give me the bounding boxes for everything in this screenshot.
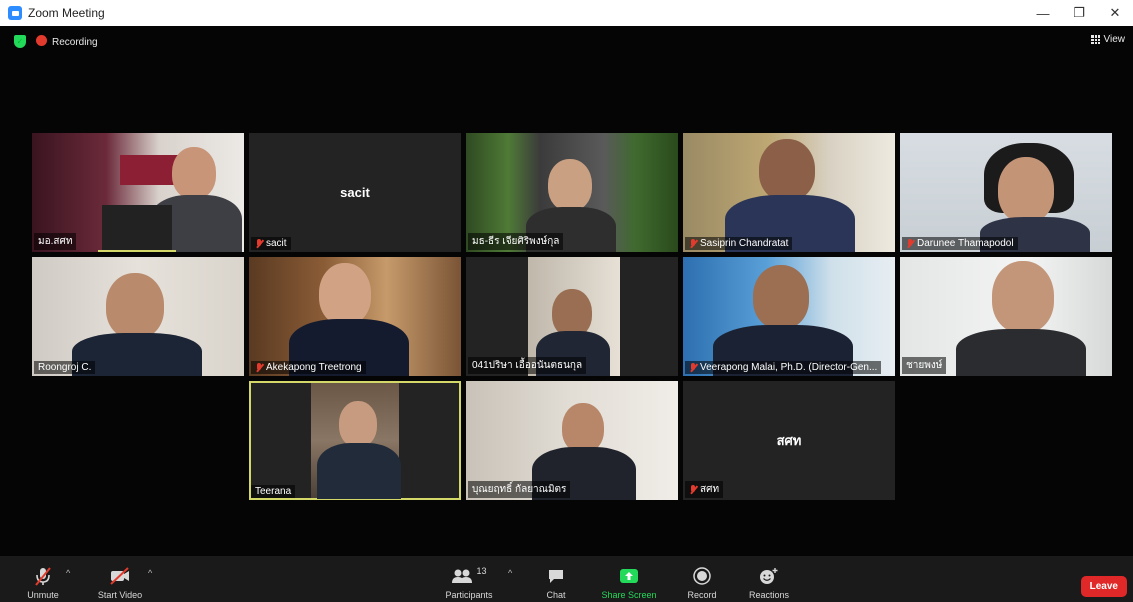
chat-bubble-icon: [547, 565, 565, 587]
window-title: Zoom Meeting: [28, 6, 105, 20]
participant-name: sacit: [251, 237, 291, 250]
muted-mic-icon: [689, 484, 697, 495]
meeting-status-bar: ✓ Recording: [14, 34, 98, 48]
video-tile[interactable]: บุณยฤทธิ์ กัลยาณมิตร: [466, 381, 678, 500]
video-tile[interactable]: Sasiprin Chandratat: [683, 133, 895, 252]
participants-options-chevron-icon[interactable]: ^: [508, 568, 512, 578]
participant-name: Sasiprin Chandratat: [685, 237, 793, 250]
video-tile[interactable]: สศท สศท: [683, 381, 895, 500]
muted-mic-icon: [32, 565, 54, 587]
zoom-app-icon: [8, 6, 22, 20]
video-tile[interactable]: Roongroj C.: [32, 257, 244, 376]
recording-indicator[interactable]: Recording: [36, 34, 98, 48]
participant-name: Veerapong Malai, Ph.D. (Director-Gen...: [685, 361, 882, 374]
share-screen-label: Share Screen: [601, 590, 657, 600]
minimize-button[interactable]: —: [1025, 0, 1061, 26]
chat-label: Chat: [546, 590, 566, 600]
record-label: Record: [687, 590, 717, 600]
video-off-icon: [108, 565, 132, 587]
video-tile[interactable]: 041ปริษา เอื้ออนันตธนกุล: [466, 257, 678, 376]
leave-button[interactable]: Leave: [1080, 576, 1127, 597]
video-tile[interactable]: Akekapong Treetrong: [249, 257, 461, 376]
unmute-label: Unmute: [27, 590, 59, 600]
view-button[interactable]: View: [1090, 34, 1126, 45]
share-screen-icon: [619, 565, 639, 587]
reactions-label: Reactions: [748, 590, 790, 600]
participants-button[interactable]: 13 Participants: [440, 558, 498, 602]
participant-name: 041ปริษา เอื้ออนันตธนกุล: [468, 357, 587, 374]
close-button[interactable]: ✕: [1097, 0, 1133, 26]
share-screen-button[interactable]: Share Screen: [596, 558, 662, 602]
video-tile-active-speaker[interactable]: Teerana: [249, 381, 461, 500]
participants-icon: 13: [451, 565, 487, 587]
unmute-button[interactable]: Unmute: [20, 558, 66, 602]
record-dot-icon: [36, 35, 47, 46]
participant-name: บุณยฤทธิ์ กัลยาณมิตร: [468, 481, 571, 498]
video-tile[interactable]: sacit sacit: [249, 133, 461, 252]
start-video-label: Start Video: [97, 590, 143, 600]
meeting-controls-toolbar: Unmute ^ Start Video ^ 13 Participants ^…: [0, 556, 1133, 602]
reactions-smiley-icon: [759, 565, 779, 587]
window-titlebar: Zoom Meeting — ❐ ✕: [0, 0, 1133, 26]
participant-name: Darunee Thamapodol: [902, 237, 1018, 250]
participant-name: ชายพงษ์: [902, 357, 947, 374]
video-tile[interactable]: Darunee Thamapodol: [900, 133, 1112, 252]
participant-name: Teerana: [251, 485, 296, 498]
recording-label: Recording: [52, 37, 98, 48]
muted-mic-icon: [255, 238, 263, 249]
record-icon: [693, 565, 711, 587]
audio-options-chevron-icon[interactable]: ^: [66, 568, 70, 578]
participant-name: มธ-ธีร เจียศิริพงษ์กุล: [468, 233, 564, 250]
restore-button[interactable]: ❐: [1061, 0, 1097, 26]
participants-label: Participants: [445, 590, 493, 600]
participant-name: มอ.สศท: [34, 233, 77, 250]
video-tile[interactable]: มอ.สศท: [32, 133, 244, 252]
record-button[interactable]: Record: [684, 558, 720, 602]
speaking-indicator: [98, 250, 176, 252]
start-video-button[interactable]: Start Video: [92, 558, 148, 602]
video-options-chevron-icon[interactable]: ^: [148, 568, 152, 578]
muted-mic-icon: [689, 238, 697, 249]
reactions-button[interactable]: Reactions: [744, 558, 794, 602]
video-tile[interactable]: ชายพงษ์: [900, 257, 1112, 376]
participant-display-name: sacit: [340, 185, 370, 200]
chat-button[interactable]: Chat: [540, 558, 572, 602]
participant-name: Akekapong Treetrong: [251, 361, 366, 374]
security-shield-icon[interactable]: ✓: [14, 34, 26, 48]
muted-mic-icon: [689, 362, 697, 373]
grid-icon: [1090, 35, 1100, 44]
video-tile[interactable]: Veerapong Malai, Ph.D. (Director-Gen...: [683, 257, 895, 376]
participant-name: สศท: [685, 481, 724, 498]
video-tile[interactable]: มธ-ธีร เจียศิริพงษ์กุล: [466, 133, 678, 252]
meeting-stage: ✓ Recording View มอ.สศท sacit sacit มธ-ธ…: [0, 26, 1133, 602]
muted-mic-icon: [255, 362, 263, 373]
muted-mic-icon: [906, 238, 914, 249]
participant-name: Roongroj C.: [34, 361, 96, 374]
participants-count: 13: [476, 566, 487, 576]
view-label: View: [1103, 34, 1126, 45]
